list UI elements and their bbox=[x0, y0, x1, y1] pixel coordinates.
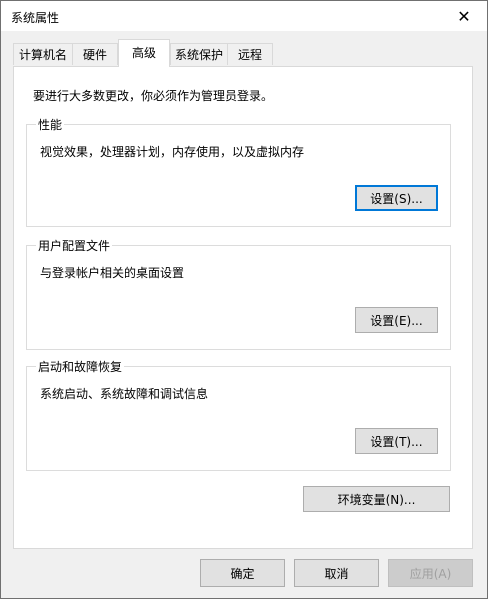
performance-settings-button[interactable]: 设置(S)... bbox=[355, 185, 438, 211]
tab-computer-name[interactable]: 计算机名 bbox=[13, 43, 73, 65]
tab-remote[interactable]: 远程 bbox=[227, 43, 273, 65]
startup-recovery-title: 启动和故障恢复 bbox=[36, 358, 125, 375]
tab-hardware[interactable]: 硬件 bbox=[72, 43, 118, 65]
system-properties-dialog: 系统属性 ✕ 计算机名 硬件 高级 系统保护 远程 要进行大多数更改，你必须作为… bbox=[0, 0, 488, 599]
performance-group: 性能 视觉效果，处理器计划，内存使用，以及虚拟内存 设置(S)... bbox=[26, 116, 451, 227]
environment-variables-button[interactable]: 环境变量(N)... bbox=[303, 486, 450, 512]
startup-recovery-group: 启动和故障恢复 系统启动、系统故障和调试信息 设置(T)... bbox=[26, 358, 451, 471]
tab-advanced[interactable]: 高级 bbox=[118, 39, 170, 67]
user-profiles-settings-button[interactable]: 设置(E)... bbox=[355, 307, 438, 333]
title-bar: 系统属性 ✕ bbox=[1, 1, 487, 31]
performance-desc: 视觉效果，处理器计划，内存使用，以及虚拟内存 bbox=[40, 145, 305, 159]
startup-recovery-settings-button[interactable]: 设置(T)... bbox=[355, 428, 438, 454]
ok-button[interactable]: 确定 bbox=[200, 559, 285, 587]
cancel-button[interactable]: 取消 bbox=[294, 559, 379, 587]
user-profiles-desc: 与登录帐户相关的桌面设置 bbox=[40, 266, 185, 280]
advanced-tab-panel: 要进行大多数更改，你必须作为管理员登录。 性能 视觉效果，处理器计划，内存使用，… bbox=[13, 66, 473, 549]
admin-note: 要进行大多数更改，你必须作为管理员登录。 bbox=[33, 89, 274, 103]
user-profiles-group: 用户配置文件 与登录帐户相关的桌面设置 设置(E)... bbox=[26, 237, 451, 350]
close-icon: ✕ bbox=[457, 6, 471, 26]
tab-system-protection[interactable]: 系统保护 bbox=[170, 43, 228, 65]
performance-title: 性能 bbox=[36, 116, 65, 133]
window-title: 系统属性 bbox=[11, 11, 60, 25]
startup-recovery-desc: 系统启动、系统故障和调试信息 bbox=[40, 387, 209, 401]
user-profiles-title: 用户配置文件 bbox=[36, 237, 113, 254]
close-button[interactable]: ✕ bbox=[441, 1, 487, 31]
apply-button[interactable]: 应用(A) bbox=[388, 559, 473, 587]
